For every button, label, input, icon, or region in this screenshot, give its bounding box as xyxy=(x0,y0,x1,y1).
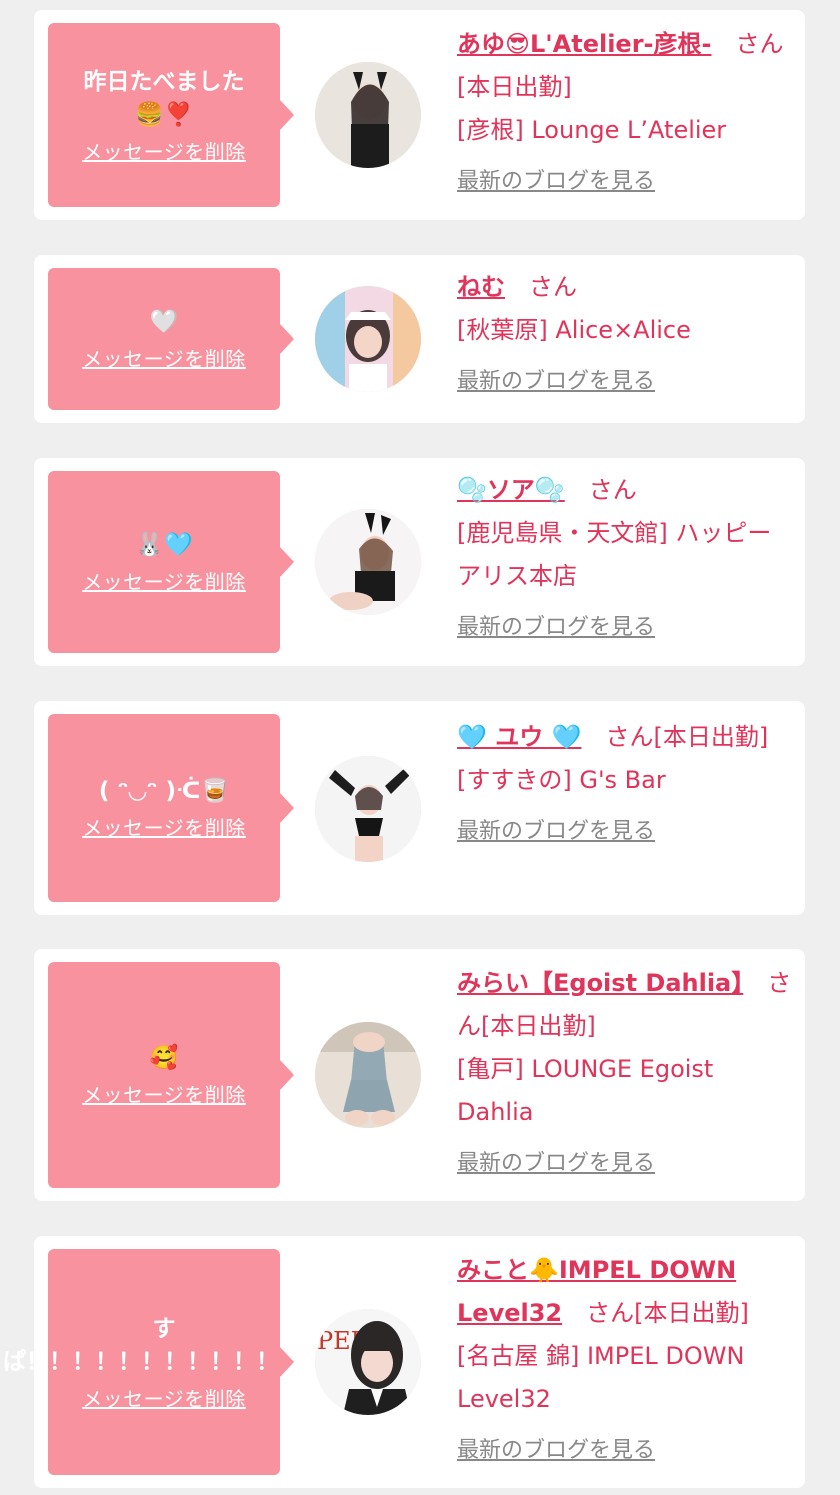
latest-blog-link[interactable]: 最新のブログを見る xyxy=(457,360,792,403)
latest-blog-link[interactable]: 最新のブログを見る xyxy=(457,1429,792,1472)
honorific: さん xyxy=(735,30,784,58)
avatar[interactable] xyxy=(315,286,421,392)
message-text: 🤍 xyxy=(149,309,179,335)
cast-name-link[interactable]: 🫧ソア🫧 xyxy=(457,476,565,504)
attendance-status: [本日出勤] xyxy=(457,73,572,101)
message-card: 🐰🩵 メッセージを削除 🫧ソア🫧 さん [鹿児島県・天文館] ハッピーアリス本店… xyxy=(34,458,805,666)
message-card: 🥰 メッセージを削除 みらい【Egoist Dahlia】 さん[本日出勤] [… xyxy=(34,949,805,1201)
message-bubble: 🤍 メッセージを削除 xyxy=(48,268,294,410)
cast-name-link[interactable]: あゆ😎L'Atelier-彦根- xyxy=(457,30,711,58)
card-info: あゆ😎L'Atelier-彦根- さん [本日出勤] [彦根] Lounge L’… xyxy=(457,23,792,203)
attendance-status: [本日出勤] xyxy=(481,1012,596,1040)
avatar[interactable] xyxy=(315,62,421,168)
message-text: 🐰🩵 xyxy=(135,532,193,558)
honorific: さん xyxy=(605,723,654,751)
cast-name-line: ねむ さん xyxy=(457,266,792,309)
card-info: みらい【Egoist Dahlia】 さん[本日出勤] [亀戸] LOUNGE … xyxy=(457,962,792,1185)
shop-name: [彦根] Lounge L’Atelier xyxy=(457,116,727,144)
cast-name-link[interactable]: ねむ xyxy=(457,273,505,301)
message-text: 昨日たべました🍔❣️ xyxy=(83,68,245,128)
cast-name-link[interactable]: みらい【Egoist Dahlia】 xyxy=(457,969,743,997)
cast-name-line: 🫧ソア🫧 さん xyxy=(457,469,792,512)
delete-message-link[interactable]: メッセージを削除 xyxy=(82,812,246,841)
cast-name-link[interactable]: 🩵 ユウ 🩵 xyxy=(457,723,581,751)
honorific: さん xyxy=(586,1299,635,1327)
shop-name: [名古屋 錦] IMPEL DOWN Level32 xyxy=(457,1342,745,1413)
message-text: すぱ！！！！！！！！！！！！！ xyxy=(3,1315,325,1375)
card-info: 🫧ソア🫧 さん [鹿児島県・天文館] ハッピーアリス本店 最新のブログを見る xyxy=(457,469,792,649)
delete-message-link[interactable]: メッセージを削除 xyxy=(82,136,246,165)
message-card: ( ᵔ◡ᵔ )ᑣ🥃 メッセージを削除 🩵 ユウ 🩵 さん[本日出勤] [すすきの… xyxy=(34,701,805,915)
delete-message-link[interactable]: メッセージを削除 xyxy=(82,566,246,595)
delete-message-link[interactable]: メッセージを削除 xyxy=(82,1079,246,1108)
message-bubble: すぱ！！！！！！！！！！！！！ メッセージを削除 xyxy=(3,1249,325,1475)
latest-blog-link[interactable]: 最新のブログを見る xyxy=(457,810,792,853)
card-info: 🩵 ユウ 🩵 さん[本日出勤] [すすきの] G's Bar 最新のブログを見る xyxy=(457,716,792,853)
message-bubble: 昨日たべました🍔❣️ メッセージを削除 xyxy=(48,23,294,207)
latest-blog-link[interactable]: 最新のブログを見る xyxy=(457,1142,792,1185)
message-card: 昨日たべました🍔❣️ メッセージを削除 あゆ😎L'Atelier-彦根- さん [… xyxy=(34,10,805,220)
latest-blog-link[interactable]: 最新のブログを見る xyxy=(457,160,792,203)
attendance-status: [本日出勤] xyxy=(653,723,769,751)
card-info: みこと🐥IMPEL DOWN Level32 さん[本日出勤] [名古屋 錦] … xyxy=(457,1249,792,1472)
latest-blog-link[interactable]: 最新のブログを見る xyxy=(457,606,792,649)
shop-name: [鹿児島県・天文館] ハッピーアリス本店 xyxy=(457,519,772,590)
avatar[interactable] xyxy=(315,509,421,615)
message-text: ( ᵔ◡ᵔ )ᑣ🥃 xyxy=(98,778,230,804)
attendance-status: [本日出勤] xyxy=(634,1299,749,1327)
delete-message-link[interactable]: メッセージを削除 xyxy=(82,1383,246,1412)
message-bubble: 🐰🩵 メッセージを削除 xyxy=(48,471,294,653)
card-info: ねむ さん [秋葉原] Alice×Alice 最新のブログを見る xyxy=(457,266,792,403)
honorific: さん xyxy=(529,273,577,301)
cast-name-line: みこと🐥IMPEL DOWN Level32 さん[本日出勤] xyxy=(457,1249,792,1335)
shop-name: [すすきの] G's Bar xyxy=(457,766,666,794)
message-bubble: 🥰 メッセージを削除 xyxy=(48,962,294,1188)
message-text: 🥰 xyxy=(149,1045,179,1071)
cast-name-line: あゆ😎L'Atelier-彦根- さん [本日出勤] xyxy=(457,23,792,109)
honorific: さん xyxy=(588,476,637,504)
message-card: すぱ！！！！！！！！！！！！！ メッセージを削除 PELP みこと🐥IMPEL … xyxy=(3,1236,805,1488)
delete-message-link[interactable]: メッセージを削除 xyxy=(82,343,246,372)
shop-name: [亀戸] LOUNGE Egoist Dahlia xyxy=(457,1055,714,1126)
message-card: 🤍 メッセージを削除 ねむ さん [秋葉原] Alice×Alice 最新のブロ… xyxy=(34,255,805,423)
avatar[interactable] xyxy=(315,1022,421,1128)
shop-name: [秋葉原] Alice×Alice xyxy=(457,316,691,344)
avatar[interactable]: PELP xyxy=(315,1309,421,1415)
avatar[interactable] xyxy=(315,756,421,862)
cast-name-line: 🩵 ユウ 🩵 さん[本日出勤] xyxy=(457,716,792,759)
message-bubble: ( ᵔ◡ᵔ )ᑣ🥃 メッセージを削除 xyxy=(48,714,294,902)
cast-name-line: みらい【Egoist Dahlia】 さん[本日出勤] xyxy=(457,962,792,1048)
